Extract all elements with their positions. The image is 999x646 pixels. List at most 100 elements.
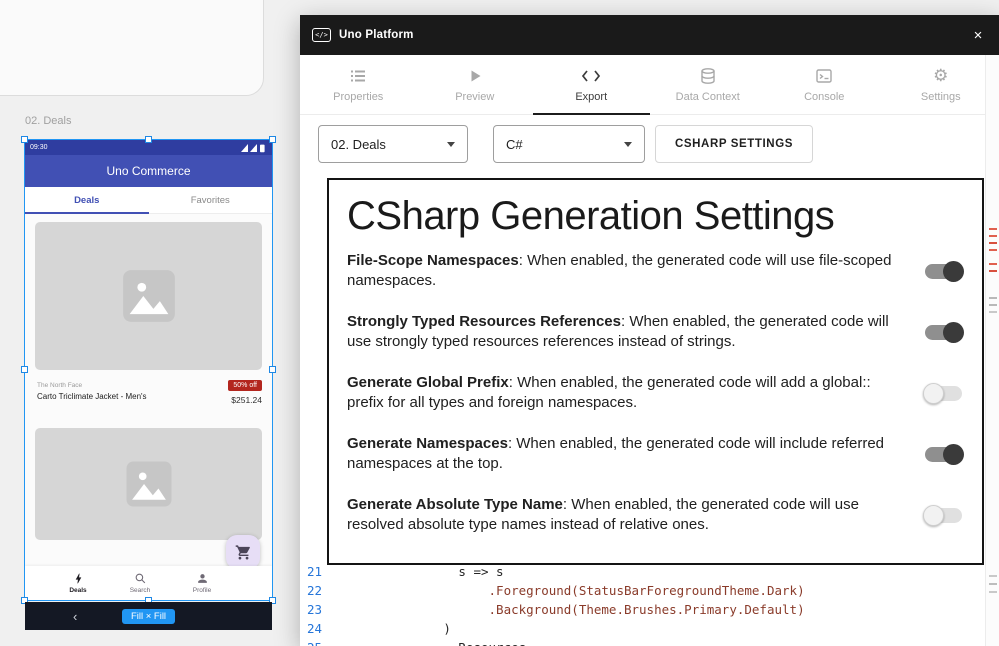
tab-console[interactable]: Console <box>766 55 883 114</box>
nav-label: Search <box>130 587 151 594</box>
phone-bottom-nav: Deals Search Profile <box>25 566 272 600</box>
tab-settings[interactable]: ⚙ Settings <box>883 55 999 114</box>
setting-row: File-Scope Namespaces: When enabled, the… <box>347 251 962 291</box>
uno-platform-panel: </> Uno Platform × Properties Preview Ex… <box>300 15 999 646</box>
phone-tab-deals[interactable]: Deals <box>25 187 149 213</box>
page-select-value: 02. Deals <box>331 137 386 152</box>
tab-label: Properties <box>333 91 383 103</box>
terminal-icon <box>815 67 833 85</box>
database-icon <box>699 67 717 85</box>
code-line: 23 .Background(Theme.Brushes.Primary.Def… <box>300 600 985 619</box>
hot-design-toolbar: ‹ Fill × Fill <box>25 602 272 630</box>
export-controls: 02. Deals C# CSHARP SETTINGS <box>318 125 813 163</box>
setting-text: Generate Global Prefix: When enabled, th… <box>347 373 897 413</box>
code-line: 24 ) <box>300 619 985 638</box>
phone-tab-bar: Deals Favorites <box>25 187 272 214</box>
tab-export[interactable]: Export <box>533 55 650 114</box>
bolt-icon <box>72 572 85 585</box>
resize-handle-nw[interactable] <box>21 136 28 143</box>
minimap-mark <box>989 263 997 265</box>
nav-item-search[interactable]: Search <box>109 566 171 600</box>
setting-row: Generate Namespaces: When enabled, the g… <box>347 434 962 474</box>
toggle-strongly-typed-resources[interactable] <box>925 325 962 340</box>
product-brand: The North Face <box>37 382 147 389</box>
setting-text: Generate Absolute Type Name: When enable… <box>347 495 897 535</box>
setting-text: File-Scope Namespaces: When enabled, the… <box>347 251 897 291</box>
product-price: $251.24 <box>231 395 262 405</box>
toggle-generate-namespaces[interactable] <box>925 447 962 462</box>
background-artboard <box>0 0 264 96</box>
panel-title: Uno Platform <box>339 29 414 41</box>
minimap-mark <box>989 249 997 251</box>
phone-tab-favorites[interactable]: Favorites <box>149 187 273 213</box>
setting-row: Generate Absolute Type Name: When enable… <box>347 495 962 535</box>
csharp-settings-dialog: CSharp Generation Settings File-Scope Na… <box>327 178 984 565</box>
tab-label: Settings <box>921 91 961 103</box>
status-time: 09:30 <box>30 144 48 151</box>
tab-label: Console <box>804 91 844 103</box>
minimap-mark <box>989 297 997 299</box>
resize-handle-e[interactable] <box>269 366 276 373</box>
line-number: 22 <box>300 583 330 598</box>
toggle-knob <box>923 505 944 526</box>
search-icon <box>134 572 147 585</box>
resize-handle-ne[interactable] <box>269 136 276 143</box>
person-icon <box>196 572 209 585</box>
minimap-mark <box>989 228 997 230</box>
setting-name: File-Scope Namespaces <box>347 252 519 269</box>
image-placeholder-icon <box>122 457 176 511</box>
code-line: 22 .Foreground(StatusBarForegroundTheme.… <box>300 581 985 600</box>
setting-name: Generate Global Prefix <box>347 374 509 391</box>
size-pill[interactable]: Fill × Fill <box>122 609 175 624</box>
phone-preview[interactable]: 09:30 Uno Commerce Deals Favorites <box>25 140 272 600</box>
tab-properties[interactable]: Properties <box>300 55 417 114</box>
uno-logo-icon: </> <box>312 28 331 42</box>
gear-icon: ⚙ <box>933 67 948 85</box>
tab-preview[interactable]: Preview <box>417 55 534 114</box>
nav-item-profile[interactable]: Profile <box>171 566 233 600</box>
nav-label: Deals <box>69 587 86 594</box>
toggle-generate-global-prefix[interactable] <box>925 386 962 401</box>
code-editor[interactable]: 21 s => s 22 .Foreground(StatusBarForegr… <box>300 562 985 646</box>
nav-item-deals[interactable]: Deals <box>47 566 109 600</box>
cart-fab[interactable] <box>226 535 260 569</box>
toggle-file-scope-namespaces[interactable] <box>925 264 962 279</box>
toggle-generate-absolute-type-name[interactable] <box>925 508 962 523</box>
panel-header: </> Uno Platform × <box>300 15 999 55</box>
page-select[interactable]: 02. Deals <box>318 125 468 163</box>
setting-row: Generate Global Prefix: When enabled, th… <box>347 373 962 413</box>
tab-data-context[interactable]: Data Context <box>650 55 767 114</box>
resize-handle-w[interactable] <box>21 366 28 373</box>
dialog-title: CSharp Generation Settings <box>347 194 962 239</box>
csharp-settings-button[interactable]: CSHARP SETTINGS <box>655 125 813 163</box>
chevron-down-icon <box>624 142 632 147</box>
line-number: 21 <box>300 564 330 579</box>
toggle-knob <box>923 383 944 404</box>
tab-label: Export <box>575 91 607 103</box>
cart-icon <box>235 544 252 561</box>
play-icon <box>466 67 484 85</box>
setting-text: Generate Namespaces: When enabled, the g… <box>347 434 897 474</box>
setting-name: Strongly Typed Resources References <box>347 313 621 330</box>
setting-text: Strongly Typed Resources References: Whe… <box>347 312 897 352</box>
product-info-row[interactable]: The North Face Carto Triclimate Jacket -… <box>35 378 262 422</box>
discount-badge: 50% off <box>228 380 262 391</box>
language-select-value: C# <box>506 137 523 152</box>
toggle-knob <box>943 444 964 465</box>
product-text: The North Face Carto Triclimate Jacket -… <box>35 378 147 422</box>
toggle-knob <box>943 261 964 282</box>
product-card[interactable] <box>35 428 262 540</box>
image-placeholder-icon <box>118 265 180 327</box>
list-icon <box>349 67 367 85</box>
chevron-down-icon <box>447 142 455 147</box>
minimap-mark <box>989 235 997 237</box>
close-icon[interactable]: × <box>967 24 989 46</box>
minimap-mark <box>989 583 997 585</box>
back-chevron-icon[interactable]: ‹ <box>73 609 77 624</box>
editor-minimap[interactable] <box>985 55 999 646</box>
product-card[interactable] <box>35 222 262 370</box>
resize-handle-n[interactable] <box>145 136 152 143</box>
language-select[interactable]: C# <box>493 125 645 163</box>
artboard-label: 02. Deals <box>25 115 71 127</box>
minimap-mark <box>989 575 997 577</box>
